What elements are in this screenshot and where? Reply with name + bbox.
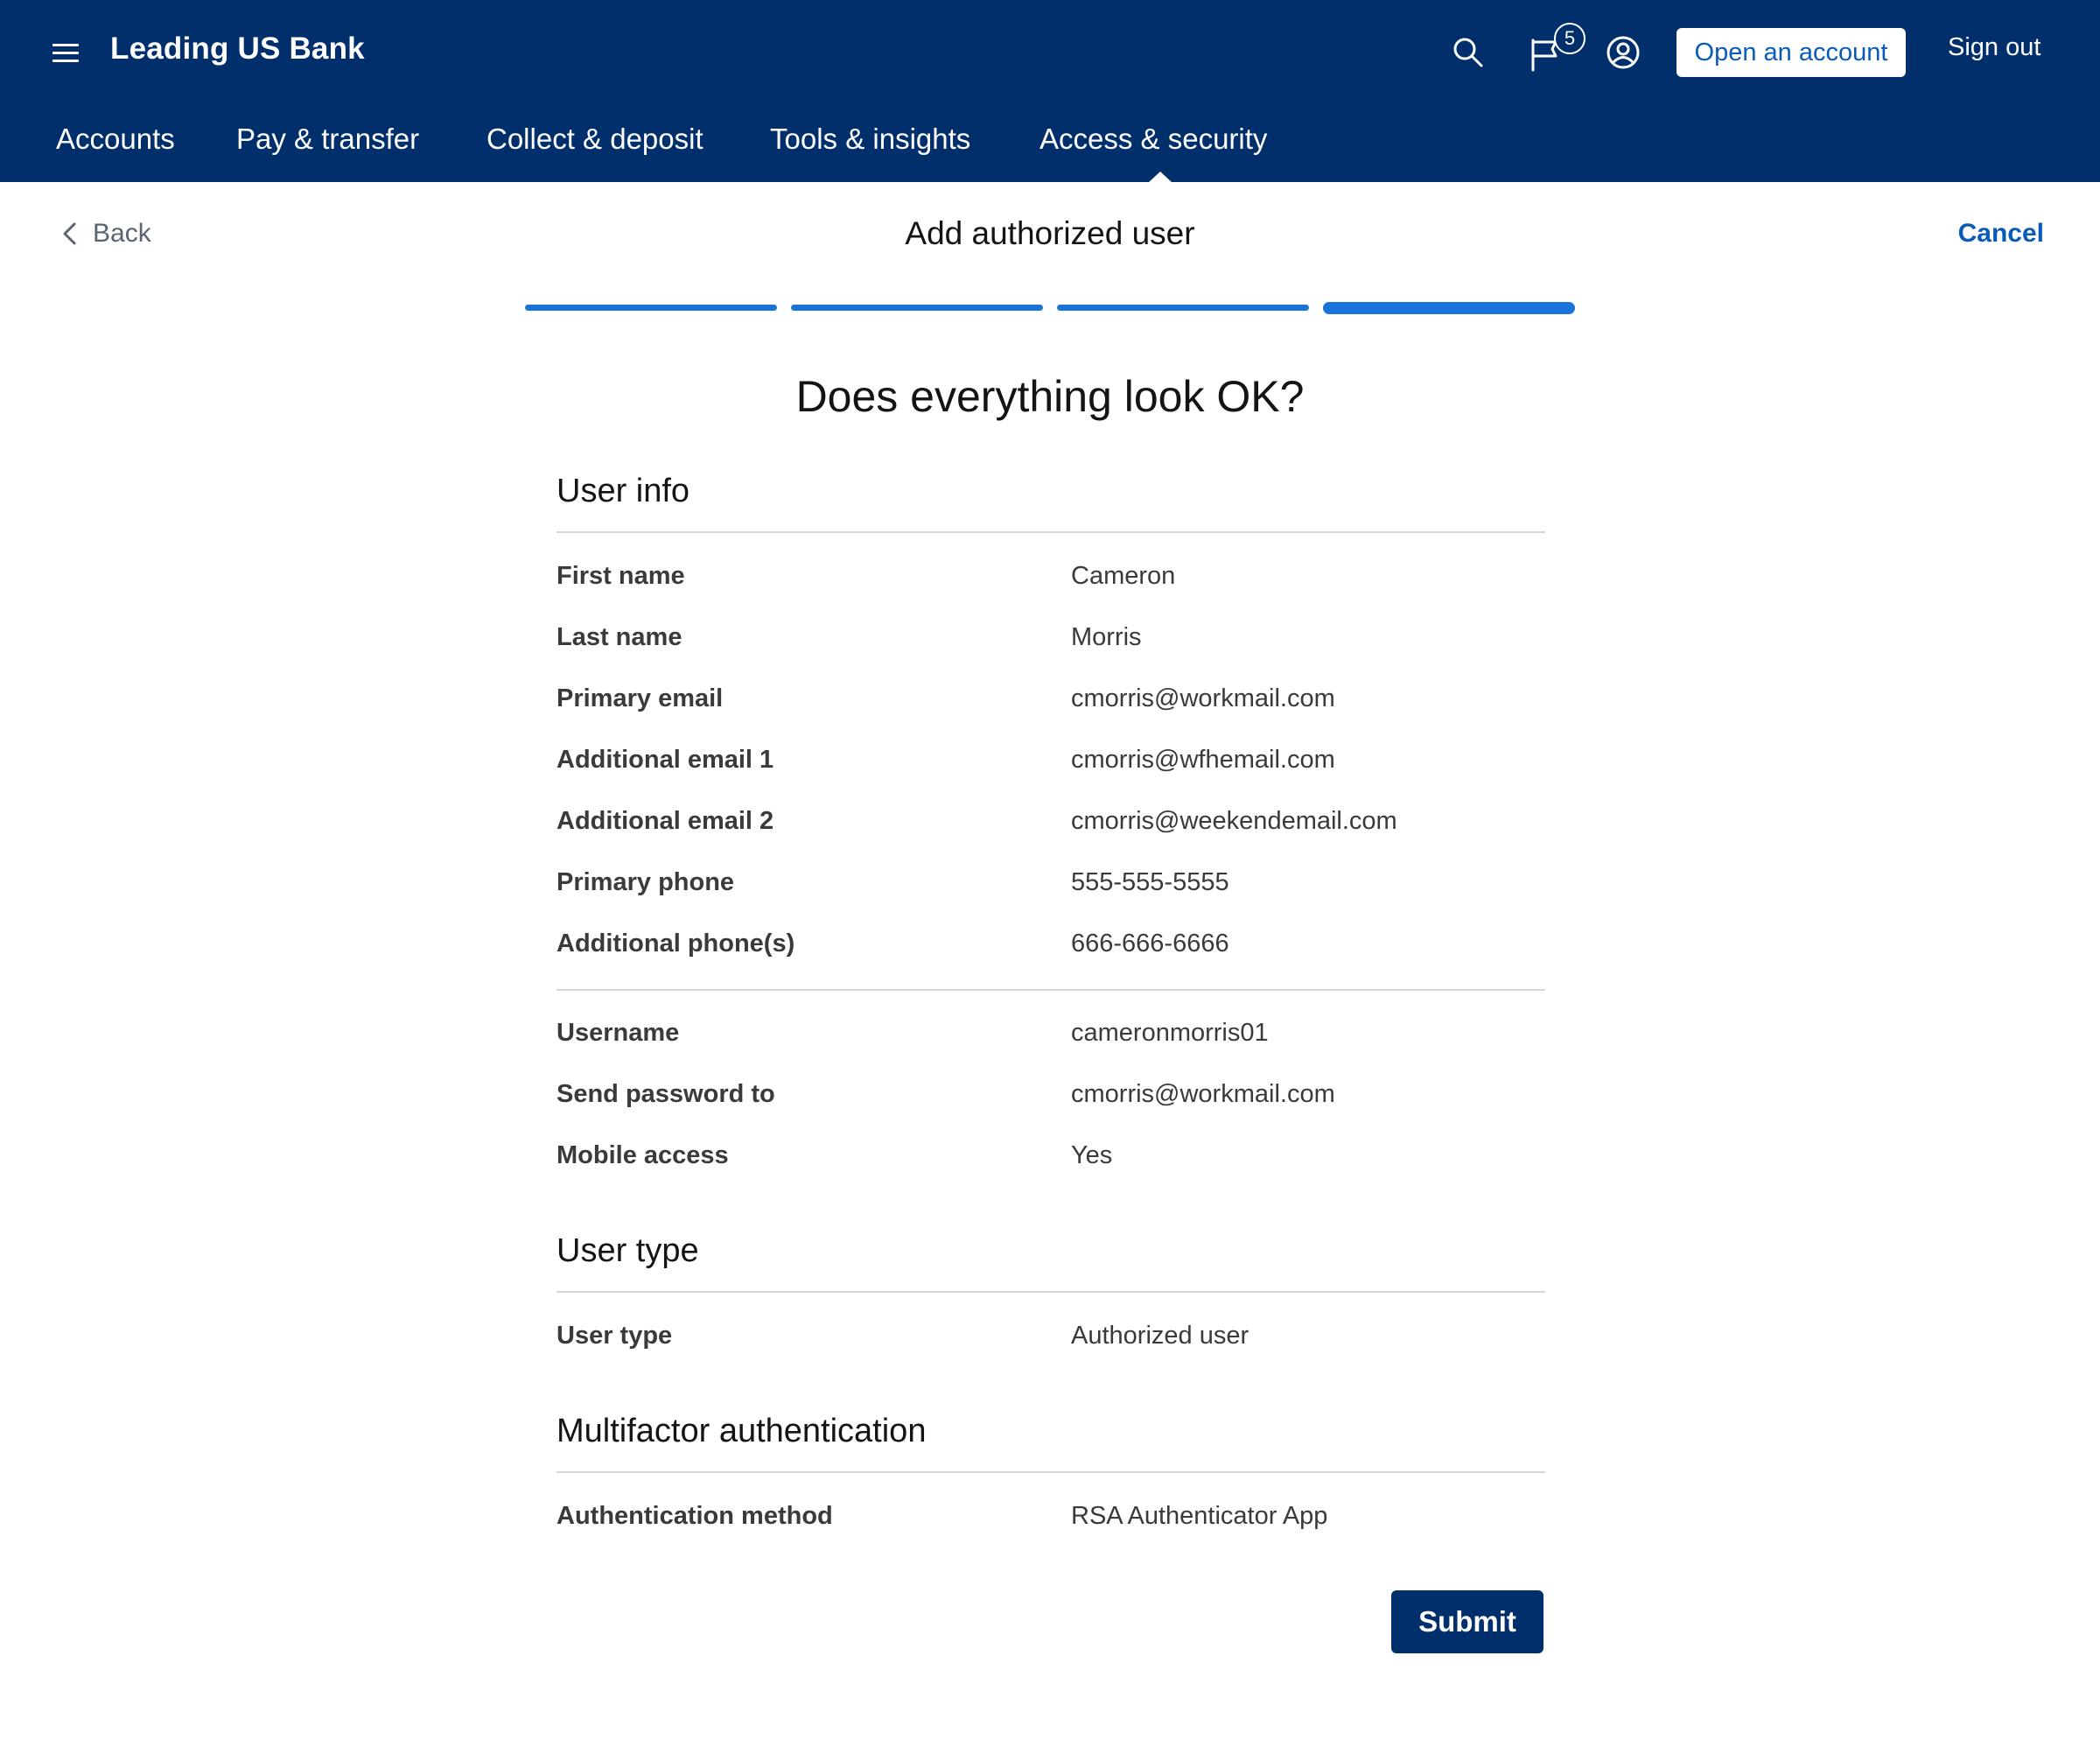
row-value-user-type: Authorized user: [1071, 1322, 1250, 1350]
row-value-additional-email-2: cmorris@weekendemail.com: [1071, 807, 1397, 835]
section-title-user-info: User info: [556, 473, 690, 509]
divider: [556, 989, 1545, 991]
row-label-additional-phones: Additional phone(s): [556, 930, 795, 958]
nav-item-tools-insights[interactable]: Tools & insights: [770, 123, 970, 156]
row-label-additional-email-1: Additional email 1: [556, 746, 774, 774]
row-label-primary-phone: Primary phone: [556, 868, 735, 896]
page-title: Add authorized user: [905, 215, 1195, 251]
brand-name: Leading US Bank: [110, 32, 365, 66]
nav-item-access-security[interactable]: Access & security: [1040, 123, 1267, 156]
progress-step-1: [525, 305, 777, 311]
notification-badge: 5: [1554, 23, 1586, 54]
row-label-username: Username: [556, 1019, 680, 1047]
row-label-additional-email-2: Additional email 2: [556, 807, 774, 835]
row-value-last-name: Morris: [1071, 623, 1142, 651]
row-label-mobile-access: Mobile access: [556, 1141, 729, 1169]
nav-item-collect-deposit[interactable]: Collect & deposit: [486, 123, 704, 156]
row-value-authentication-method: RSA Authenticator App: [1071, 1502, 1328, 1530]
nav-item-accounts[interactable]: Accounts: [56, 123, 175, 156]
section-title-user-type: User type: [556, 1232, 699, 1269]
row-value-primary-email: cmorris@workmail.com: [1071, 684, 1335, 712]
sign-out-link[interactable]: Sign out: [1948, 33, 2040, 62]
top-header: Leading US Bank 5 Open an account Sign o…: [0, 0, 2100, 183]
submit-button[interactable]: Submit: [1391, 1590, 1544, 1653]
progress-step-2: [791, 305, 1043, 311]
row-value-first-name: Cameron: [1071, 562, 1176, 590]
active-nav-indicator: [1148, 172, 1172, 183]
row-label-first-name: First name: [556, 562, 685, 590]
row-value-additional-phones: 666-666-6666: [1071, 930, 1229, 958]
nav-item-pay-transfer[interactable]: Pay & transfer: [236, 123, 419, 156]
profile-icon[interactable]: [1606, 35, 1641, 70]
row-value-mobile-access: Yes: [1071, 1141, 1113, 1169]
divider: [556, 1291, 1545, 1293]
section-title-mfa: Multifactor authentication: [556, 1413, 927, 1449]
progress-step-4-current: [1323, 302, 1575, 314]
review-question: Does everything look OK?: [795, 372, 1305, 421]
row-value-username: cameronmorris01: [1071, 1019, 1269, 1047]
row-label-user-type: User type: [556, 1322, 673, 1350]
row-value-additional-email-1: cmorris@wfhemail.com: [1071, 746, 1335, 774]
search-icon[interactable]: [1451, 35, 1486, 70]
row-label-last-name: Last name: [556, 623, 682, 651]
open-account-button[interactable]: Open an account: [1676, 28, 1906, 77]
main-nav: Accounts Pay & transfer Collect & deposi…: [0, 123, 2100, 182]
divider: [556, 531, 1545, 533]
row-label-send-password-to: Send password to: [556, 1080, 775, 1108]
row-label-authentication-method: Authentication method: [556, 1502, 833, 1530]
cancel-link[interactable]: Cancel: [1958, 219, 2044, 249]
row-label-primary-email: Primary email: [556, 684, 724, 712]
divider: [556, 1471, 1545, 1473]
row-value-send-password-to: cmorris@workmail.com: [1071, 1080, 1335, 1108]
menu-icon[interactable]: [49, 40, 84, 65]
row-value-primary-phone: 555-555-5555: [1071, 868, 1229, 896]
notifications-flag-button[interactable]: 5: [1530, 23, 1589, 72]
progress-step-3: [1057, 305, 1309, 311]
